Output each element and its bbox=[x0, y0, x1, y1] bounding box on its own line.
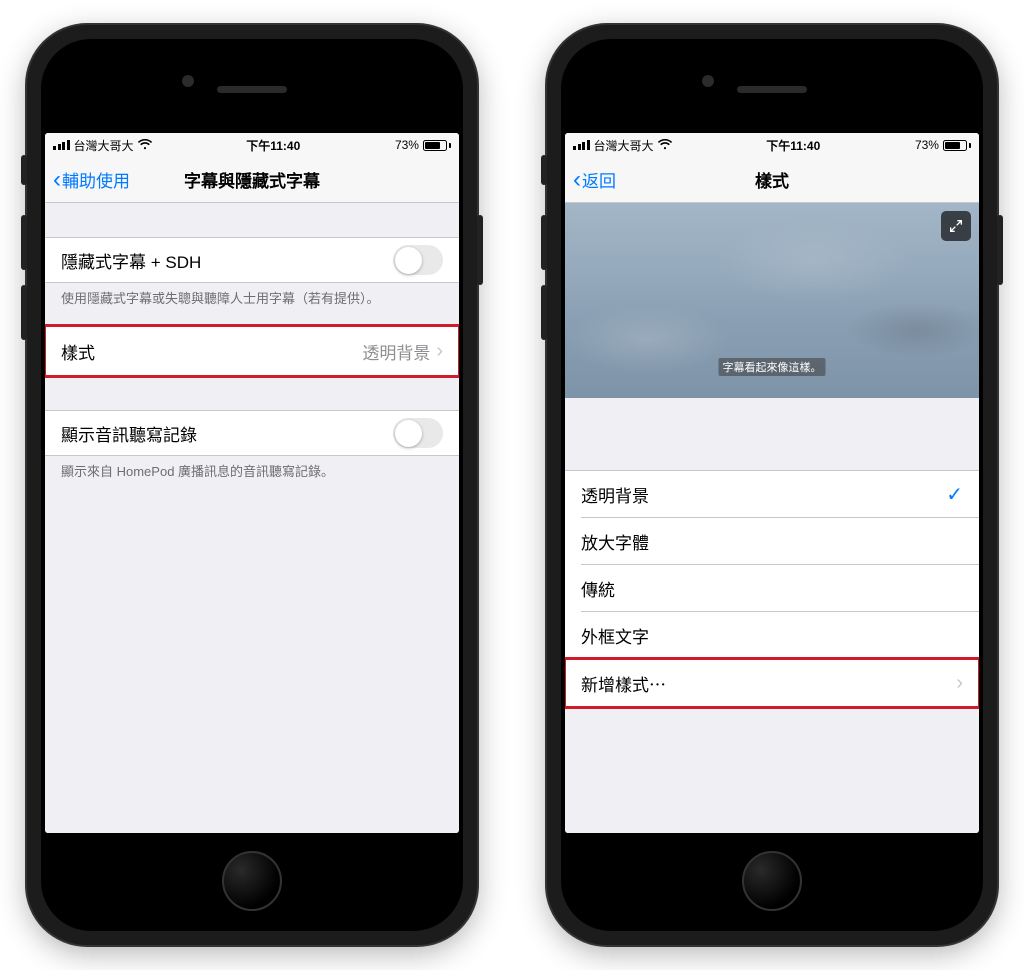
caption-preview: 字幕看起來像這樣。 bbox=[565, 203, 979, 398]
wifi-icon bbox=[138, 138, 152, 153]
caption-sample: 字幕看起來像這樣。 bbox=[719, 358, 826, 376]
status-bar: 台灣大哥大 下午11:40 73% bbox=[565, 133, 979, 157]
nav-bar: ‹ 返回 樣式 bbox=[565, 157, 979, 203]
battery-pct: 73% bbox=[395, 138, 419, 152]
clock: 下午11:40 bbox=[766, 137, 820, 154]
clock: 下午11:40 bbox=[246, 137, 300, 154]
phone-frame-right: 台灣大哥大 下午11:40 73% ‹ 返回 bbox=[547, 25, 997, 945]
option-label: 放大字體 bbox=[581, 529, 963, 554]
signal-icon bbox=[573, 140, 590, 150]
battery-icon bbox=[423, 140, 451, 151]
expand-button[interactable] bbox=[941, 211, 971, 241]
row-label: 樣式 bbox=[61, 339, 362, 364]
footer-sdh: 使用隱藏式字幕或失聰與聽障人士用字幕（若有提供）。 bbox=[45, 283, 459, 308]
checkmark-icon: ✓ bbox=[946, 482, 963, 507]
signal-icon bbox=[53, 140, 70, 150]
status-bar: 台灣大哥大 下午11:40 73% bbox=[45, 133, 459, 157]
style-option-large-text[interactable]: 放大字體 bbox=[565, 518, 979, 564]
chevron-right-icon: › bbox=[956, 672, 963, 695]
option-label: 新增樣式⋯ bbox=[581, 671, 950, 696]
carrier-label: 台灣大哥大 bbox=[594, 137, 654, 154]
footer-audio: 顯示來自 HomePod 廣播訊息的音訊聽寫記錄。 bbox=[45, 456, 459, 481]
option-label: 外框文字 bbox=[581, 623, 963, 648]
back-label: 返回 bbox=[582, 167, 616, 192]
switch-audio[interactable] bbox=[393, 418, 443, 448]
back-button[interactable]: ‹ 返回 bbox=[573, 167, 616, 192]
back-label: 輔助使用 bbox=[62, 167, 130, 192]
screen-right: 台灣大哥大 下午11:40 73% ‹ 返回 bbox=[565, 133, 979, 833]
home-button[interactable] bbox=[222, 851, 282, 911]
screen-left: 台灣大哥大 下午11:40 73% ‹ 輔助使用 bbox=[45, 133, 459, 833]
battery-pct: 73% bbox=[915, 138, 939, 152]
chevron-left-icon: ‹ bbox=[53, 168, 61, 192]
chevron-left-icon: ‹ bbox=[573, 168, 581, 192]
expand-icon bbox=[948, 218, 964, 234]
row-closed-captions-sdh[interactable]: 隱藏式字幕 + SDH bbox=[45, 237, 459, 283]
style-option-classic[interactable]: 傳統 bbox=[565, 565, 979, 611]
home-button[interactable] bbox=[742, 851, 802, 911]
carrier-label: 台灣大哥大 bbox=[74, 137, 134, 154]
switch-sdh[interactable] bbox=[393, 245, 443, 275]
chevron-right-icon: › bbox=[436, 340, 443, 363]
wifi-icon bbox=[658, 138, 672, 153]
row-label: 顯示音訊聽寫記錄 bbox=[61, 421, 393, 446]
option-label: 傳統 bbox=[581, 576, 963, 601]
battery-icon bbox=[943, 140, 971, 151]
nav-bar: ‹ 輔助使用 字幕與隱藏式字幕 bbox=[45, 157, 459, 203]
back-button[interactable]: ‹ 輔助使用 bbox=[53, 167, 130, 192]
option-label: 透明背景 bbox=[581, 482, 946, 507]
page-title: 樣式 bbox=[565, 167, 979, 192]
style-options-list: 透明背景 ✓ 放大字體 傳統 外框文字 bbox=[565, 470, 979, 708]
style-option-create-new[interactable]: 新增樣式⋯ › bbox=[565, 659, 979, 707]
style-option-transparent[interactable]: 透明背景 ✓ bbox=[565, 471, 979, 517]
style-option-outline[interactable]: 外框文字 bbox=[565, 612, 979, 658]
row-label: 隱藏式字幕 + SDH bbox=[61, 248, 393, 273]
phone-frame-left: 台灣大哥大 下午11:40 73% ‹ 輔助使用 bbox=[27, 25, 477, 945]
row-audio-transcription[interactable]: 顯示音訊聽寫記錄 bbox=[45, 410, 459, 456]
row-detail: 透明背景 bbox=[362, 339, 430, 364]
row-style[interactable]: 樣式 透明背景 › bbox=[45, 326, 459, 376]
